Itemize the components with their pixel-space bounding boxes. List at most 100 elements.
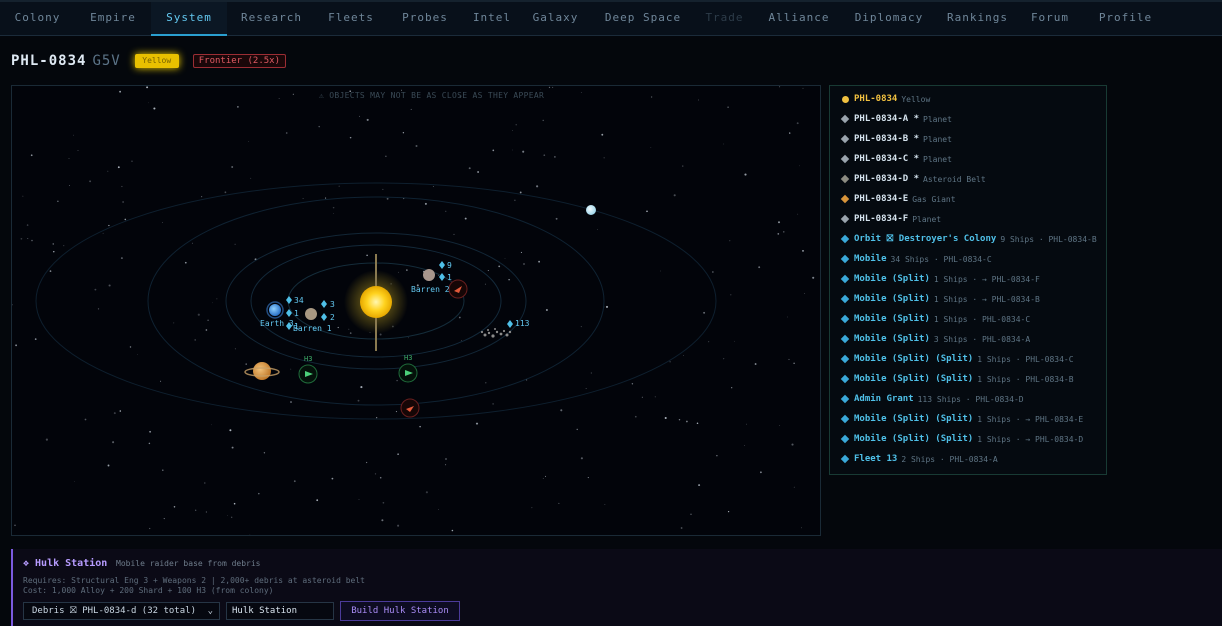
system-name: PHL-0834: [11, 53, 87, 69]
debris-select[interactable]: Debris ⛝ PHL-0834-d (32 total) ⌄: [23, 602, 220, 620]
build-hulk-station-button[interactable]: Build Hulk Station: [340, 601, 460, 621]
fleet-count-label: 2: [330, 313, 335, 322]
object-name: PHL-0834-F: [854, 214, 909, 224]
body-list-item[interactable]: PHL-0834-D * Asteroid Belt: [830, 169, 1106, 189]
fleet-diamond-icon: [840, 434, 850, 444]
star-type-badge: Yellow: [134, 54, 179, 68]
fleet-list-item[interactable]: Mobile (Split) 1 Ships · → PHL-0834-B: [830, 289, 1106, 309]
object-name: Mobile (Split) (Split): [854, 434, 974, 444]
object-name: PHL-0834-C *: [854, 154, 920, 164]
object-name: Mobile (Split): [854, 334, 930, 344]
object-detail: Gas Giant: [912, 194, 956, 204]
tab-research[interactable]: Research: [227, 2, 316, 36]
asteroid-belt-icon[interactable]: [480, 328, 512, 338]
fleet-list-item[interactable]: Mobile (Split) (Split) 1 Ships · → PHL-08…: [830, 409, 1106, 429]
object-name: Mobile (Split) (Split): [854, 354, 974, 364]
tab-deep-space[interactable]: Deep Space: [591, 2, 695, 36]
tab-forum[interactable]: Forum: [1021, 2, 1079, 36]
probe-icon[interactable]: [298, 364, 318, 384]
tab-probes[interactable]: Probes: [386, 2, 464, 36]
object-name: PHL-0834-B *: [854, 134, 920, 144]
tab-system[interactable]: System: [151, 2, 227, 36]
object-detail: 3 Ships · PHL-0834-A: [933, 334, 1031, 344]
object-detail: Planet: [912, 214, 942, 224]
system-header: PHL-0834 G5V Yellow Frontier (2.5x): [11, 52, 287, 70]
fleet-diamond-icon: [840, 454, 850, 464]
frontier-badge: Frontier (2.5x): [192, 54, 287, 68]
star-class: G5V: [92, 53, 121, 69]
object-detail: 1 Ships · → PHL-0834-E: [977, 414, 1084, 424]
fleet-diamond-icon: [840, 234, 850, 244]
system-map-canvas[interactable]: [12, 86, 821, 536]
ice-planet-icon[interactable]: [586, 205, 596, 215]
body-list-item[interactable]: PHL-0834-F Planet: [830, 209, 1106, 229]
fleet-diamond-icon: [840, 254, 850, 264]
fleet-count-label: 3: [330, 300, 335, 309]
object-detail: 1 Ships · → PHL-0834-D: [977, 434, 1084, 444]
object-detail: Yellow: [901, 94, 931, 104]
body-diamond-icon: [840, 134, 850, 144]
planet-earth-icon[interactable]: [266, 301, 284, 319]
tab-galaxy[interactable]: Galaxy: [520, 2, 591, 36]
fleet-diamond-icon: [840, 334, 850, 344]
object-detail: 34 Ships · PHL-0834-C: [890, 254, 992, 264]
body-diamond-icon: [840, 174, 850, 184]
fleet-list-item[interactable]: Mobile (Split) (Split) 1 Ships · PHL-0834…: [830, 349, 1106, 369]
object-name: Mobile (Split) (Split): [854, 374, 974, 384]
tab-intel[interactable]: Intel: [464, 2, 520, 36]
fleet-list-item[interactable]: Mobile (Split) 1 Ships · PHL-0834-C: [830, 309, 1106, 329]
sun-icon[interactable]: [344, 254, 408, 351]
fleet-diamond-icon: [840, 354, 850, 364]
object-name: Mobile (Split): [854, 294, 930, 304]
object-detail: 1 Ships · PHL-0834-B: [977, 374, 1074, 384]
body-list-item[interactable]: PHL-0834-B * Planet: [830, 129, 1106, 149]
fleet-list-item[interactable]: Admin Grant 113 Ships · PHL-0834-D: [830, 389, 1106, 409]
object-name: Fleet 13: [854, 454, 898, 464]
fleet-count-label: 1: [294, 322, 299, 331]
object-name: Orbit ⛝ Destroyer's Colony: [854, 234, 997, 244]
body-list-item[interactable]: PHL-0834-A * Planet: [830, 109, 1106, 129]
object-detail: Planet: [923, 134, 952, 144]
body-list-item[interactable]: PHL-0834-E Gas Giant: [830, 189, 1106, 209]
fleet-list-item[interactable]: Mobile (Split) 3 Ships · PHL-0834-A: [830, 329, 1106, 349]
planet-barren2-icon[interactable]: [423, 269, 435, 281]
fleet-list-item[interactable]: Mobile (Split) (Split) 1 Ships · PHL-0834…: [830, 369, 1106, 389]
planet-barren1-icon[interactable]: [305, 308, 317, 320]
tab-profile[interactable]: Profile: [1079, 2, 1172, 36]
object-name: Mobile (Split): [854, 274, 930, 284]
body-list-item[interactable]: PHL-0834 Yellow: [830, 89, 1106, 109]
hulk-station-panel: ❖ Hulk Station Mobile raider base from d…: [11, 549, 1222, 626]
tab-rankings[interactable]: Rankings: [934, 2, 1021, 36]
system-map[interactable]: ⚠ OBJECTS MAY NOT BE AS CLOSE AS THEY AP…: [11, 85, 821, 536]
station-name-input[interactable]: [226, 602, 334, 620]
tab-colony[interactable]: Colony: [0, 2, 75, 36]
hostile-ship-icon[interactable]: [400, 398, 420, 418]
fleet-list-item[interactable]: Fleet 13 2 Ships · PHL-0834-A: [830, 449, 1106, 469]
fleet-diamond-icon: [840, 294, 850, 304]
hulk-station-requirements: Requires: Structural Eng 3 + Weapons 2 |…: [23, 576, 365, 585]
tab-empire[interactable]: Empire: [75, 2, 151, 36]
fleet-list-item[interactable]: Orbit ⛝ Destroyer's Colony 9 Ships · PHL-…: [830, 229, 1106, 249]
object-detail: 1 Ships · PHL-0834-C: [977, 354, 1074, 364]
fleet-list-item[interactable]: Mobile 34 Ships · PHL-0834-C: [830, 249, 1106, 269]
star-dot-icon: [842, 95, 849, 103]
gas-giant-icon[interactable]: [244, 362, 280, 380]
probe-icon[interactable]: [398, 363, 418, 383]
fleet-diamond-icon: [840, 414, 850, 424]
fleet-diamond-icon: [840, 394, 850, 404]
hulk-station-title: ❖ Hulk Station: [23, 558, 108, 569]
tab-fleets[interactable]: Fleets: [316, 2, 386, 36]
body-diamond-icon: [840, 214, 850, 224]
fleet-diamond-icon: [840, 274, 850, 284]
probe-label: H3: [404, 354, 413, 362]
body-diamond-icon: [840, 194, 850, 204]
chevron-down-icon: ⌄: [207, 606, 213, 616]
object-detail: 1 Ships · PHL-0834-C: [933, 314, 1031, 324]
fleet-diamond-icon: [840, 314, 850, 324]
fleet-list-item[interactable]: Mobile (Split) (Split) 1 Ships · → PHL-08…: [830, 429, 1106, 449]
fleet-list-item[interactable]: Mobile (Split) 1 Ships · → PHL-0834-F: [830, 269, 1106, 289]
main-nav: Colony Empire System Research Fleets Probes In…: [0, 0, 1222, 36]
body-list-item[interactable]: PHL-0834-C * Planet: [830, 149, 1106, 169]
tab-diplomacy[interactable]: Diplomacy: [844, 2, 934, 36]
tab-alliance[interactable]: Alliance: [754, 2, 844, 36]
